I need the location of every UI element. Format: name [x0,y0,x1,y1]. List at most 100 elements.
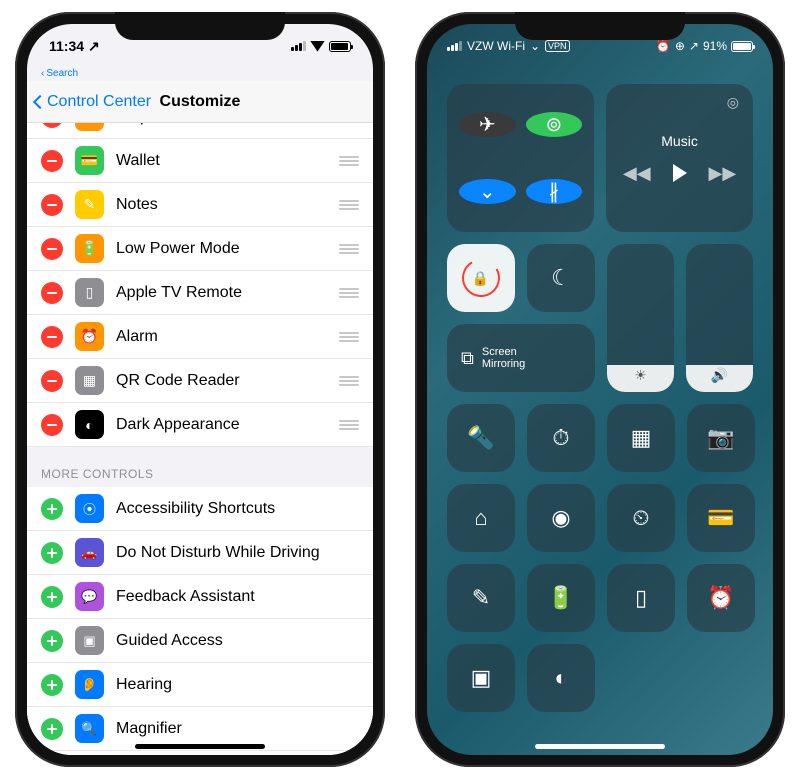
connectivity-block: ✈ ⊚ ⌄ ∦ [447,84,594,232]
reorder-handle[interactable] [339,288,359,298]
low-power-button[interactable]: 🔋 [527,564,595,632]
stopwatch-button[interactable]: ⏲ [607,484,675,552]
lock-icon: 🔒 [472,270,489,287]
apple-tv-remote-button[interactable]: ▯ [607,564,675,632]
brightness-slider[interactable]: ☀ [607,244,674,392]
page-title: Customize [160,93,241,111]
media-block[interactable]: ◎ Music ◀◀ ▶▶ [606,84,753,232]
list-item: ◐Dark Appearance [27,403,373,447]
remove-button[interactable] [41,150,63,172]
dark-mode-button[interactable]: ◐ [527,644,595,712]
row-label: Alarm [116,328,327,346]
wallet-icon: 💳 [75,146,104,175]
remove-button[interactable] [41,123,63,128]
add-button[interactable] [41,586,63,608]
list-item: aAText Size [27,751,373,755]
settings-customize-screen: 11:34 ↗ ‹Search Control Center Customize… [27,24,373,755]
volume-icon: 🔊 [711,367,728,384]
battery-icon [329,41,351,52]
reorder-handle[interactable] [339,200,359,210]
add-button[interactable] [41,630,63,652]
reorder-handle[interactable] [339,244,359,254]
add-button[interactable] [41,542,63,564]
remove-button[interactable] [41,194,63,216]
screen-mirroring-button[interactable]: ⧉ Screen Mirroring [447,324,595,392]
magnifier-icon: 🔍 [75,714,104,743]
list-item: 👂Hearing [27,663,373,707]
volume-slider[interactable]: 🔊 [686,244,753,392]
wifi-button[interactable]: ⌄ [459,179,516,204]
wifi-icon [310,41,325,52]
location-status-icon: ↗ [689,39,699,53]
back-label: Control Center [47,93,151,111]
orientation-lock-button[interactable]: 🔒 [447,244,515,312]
add-button[interactable] [41,498,63,520]
list-item: ⏱Stopwatch [27,123,373,139]
control-center-screen: VZW Wi-Fi ⌄ VPN ⏰ ⊕ ↗ 91% ✈ ⊚ ⌄ ∦ [427,24,773,755]
reorder-handle[interactable] [339,420,359,430]
add-button[interactable] [41,718,63,740]
remote-icon: ▯ [75,278,104,307]
home-indicator[interactable] [535,744,665,749]
location-icon: ↗ [88,38,100,55]
list-item: 💳Wallet [27,139,373,183]
airplane-button[interactable]: ✈ [459,112,516,137]
row-label: Do Not Disturb While Driving [116,544,359,562]
stopwatch-icon: ⏱ [75,123,104,131]
next-track-button[interactable]: ▶▶ [709,163,737,184]
bluetooth-button[interactable]: ∦ [526,179,583,204]
airplay-icon[interactable]: ◎ [727,94,739,111]
screen-mirroring-label: Screen Mirroring [482,346,525,370]
wallet-button[interactable]: 💳 [687,484,755,552]
battery-icon [731,41,753,52]
low-power-icon: 🔋 [75,234,104,263]
remove-button[interactable] [41,238,63,260]
list-item: 🔋 Low Power Mode [27,227,373,271]
prev-track-button[interactable]: ◀◀ [623,163,651,184]
alarm-button[interactable]: ⏰ [687,564,755,632]
calculator-button[interactable]: ▦ [607,404,675,472]
timer-button[interactable]: ⏱ [527,404,595,472]
guided-access-icon: ▣ [75,626,104,655]
row-label: Guided Access [116,632,359,650]
notch [515,12,685,40]
flashlight-button[interactable]: 🔦 [447,404,515,472]
cellular-button[interactable]: ⊚ [526,112,583,137]
screen-record-button[interactable]: ◉ [527,484,595,552]
reorder-handle[interactable] [339,332,359,342]
reorder-handle[interactable] [339,376,359,386]
screen-mirroring-icon: ⧉ [461,348,474,369]
do-not-disturb-button[interactable]: ☾ [527,244,595,312]
battery-percent: 91% [703,39,727,53]
row-label: Hearing [116,676,359,694]
row-label: Low Power Mode [116,240,327,258]
alarm-icon: ⏰ [75,322,104,351]
vpn-badge: VPN [545,40,570,52]
reorder-handle[interactable] [339,156,359,166]
notes-button[interactable]: ✎ [447,564,515,632]
signal-icon [447,41,462,51]
remove-button[interactable] [41,326,63,348]
lock-status-icon: ⊕ [675,39,685,53]
camera-button[interactable]: 📷 [687,404,755,472]
list-item: ⏰ Alarm [27,315,373,359]
row-label: Dark Appearance [116,416,327,434]
list-item: 🚗Do Not Disturb While Driving [27,531,373,575]
add-button[interactable] [41,674,63,696]
remove-button[interactable] [41,414,63,436]
brightness-icon: ☀ [634,367,647,384]
play-button[interactable] [673,164,687,182]
row-label: Apple TV Remote [116,284,327,302]
nav-bar: Control Center Customize [27,81,373,123]
remove-button[interactable] [41,282,63,304]
controls-list: ⏱Stopwatch💳Wallet✎Notes🔋Low Power Mode▯A… [27,123,373,755]
list-item: ▣ Guided Access [27,619,373,663]
remove-button[interactable] [41,370,63,392]
row-label: Magnifier [116,720,359,738]
breadcrumb-back[interactable]: ‹Search [27,68,373,81]
qr-reader-button[interactable]: ▣ [447,644,515,712]
home-indicator[interactable] [135,744,265,749]
signal-icon [291,41,306,51]
back-button[interactable]: Control Center [35,93,151,111]
home-button[interactable]: ⌂ [447,484,515,552]
